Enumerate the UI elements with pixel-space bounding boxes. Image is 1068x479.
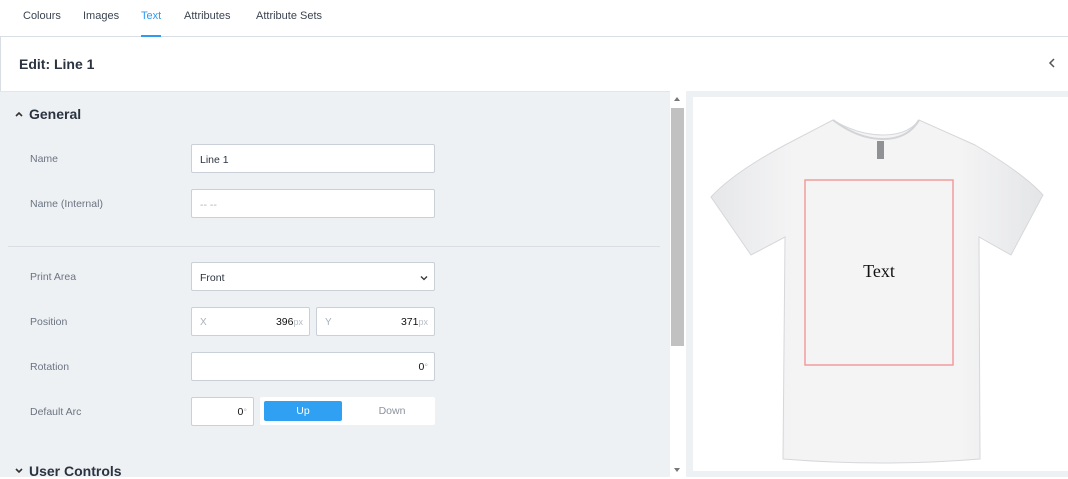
position-label: Position <box>30 316 68 328</box>
name-label: Name <box>30 153 59 165</box>
rotation-input[interactable]: 0° <box>191 352 435 381</box>
divider <box>8 246 660 247</box>
arc-up-button[interactable]: Up <box>264 401 342 421</box>
scroll-up-arrow[interactable] <box>674 97 680 101</box>
arc-direction-toggle: Up Down <box>260 397 435 425</box>
preview-panel: Text <box>686 91 1068 477</box>
tab-attributes[interactable]: Attributes <box>184 10 230 37</box>
chevron-up-icon[interactable] <box>14 109 24 119</box>
position-x-value: 396 <box>275 316 294 328</box>
position-x-unit: px <box>293 317 303 327</box>
name-internal-label: Name (Internal) <box>30 198 103 210</box>
position-x-axis-label: X <box>200 317 207 328</box>
tshirt-image: Text <box>710 119 1044 464</box>
scroll-down-arrow[interactable] <box>674 468 680 472</box>
name-value: Line 1 <box>200 154 229 166</box>
default-arc-label: Default Arc <box>30 406 82 418</box>
tab-bar: Colours Images Text Attributes Attribute… <box>0 0 1068 37</box>
position-y-value: 371 <box>400 316 419 328</box>
name-internal-placeholder: -- -- <box>200 199 217 211</box>
position-y-input[interactable]: Y 371px <box>316 307 435 336</box>
position-y-axis-label: Y <box>325 317 332 328</box>
default-arc-unit: ° <box>243 407 247 417</box>
scrollbar[interactable] <box>670 91 686 477</box>
properties-panel: General Name Line 1 Name (Internal) -- -… <box>0 91 670 479</box>
name-input[interactable]: Line 1 <box>191 144 435 173</box>
position-y-unit: px <box>418 317 428 327</box>
page-title: Edit: Line 1 <box>19 56 95 72</box>
chevron-down-icon <box>420 276 428 281</box>
default-arc-input[interactable]: 0° <box>191 397 254 426</box>
tab-colours[interactable]: Colours <box>23 10 61 37</box>
rotation-label: Rotation <box>30 361 70 373</box>
tab-images[interactable]: Images <box>83 10 119 37</box>
tab-attribute-sets[interactable]: Attribute Sets <box>256 10 322 37</box>
position-x-input[interactable]: X 396px <box>191 307 310 336</box>
edit-header: Edit: Line 1 <box>0 37 1068 91</box>
preview-canvas: Text <box>693 97 1068 471</box>
print-area-value: Front <box>200 272 225 284</box>
print-area-select[interactable]: Front <box>191 262 435 291</box>
name-internal-input[interactable]: -- -- <box>191 189 435 218</box>
print-area-label: Print Area <box>30 271 77 283</box>
arc-down-button[interactable]: Down <box>352 401 432 421</box>
preview-text[interactable]: Text <box>863 261 895 281</box>
chevron-left-icon[interactable] <box>1046 57 1058 69</box>
tab-text[interactable]: Text <box>141 10 162 37</box>
rotation-unit: ° <box>424 362 428 372</box>
chevron-down-icon[interactable] <box>14 466 24 476</box>
scroll-thumb[interactable] <box>671 108 684 346</box>
section-general-title[interactable]: General <box>29 106 81 122</box>
